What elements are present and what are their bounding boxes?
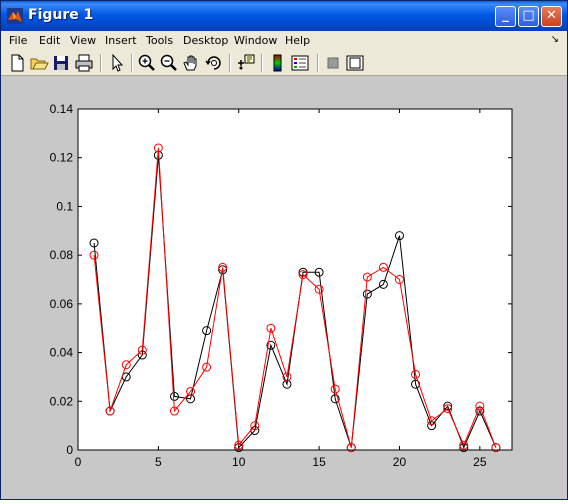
window-title: Figure 1: [28, 7, 94, 23]
y-tick-label: 0.06: [50, 297, 74, 311]
close-icon: ✕: [546, 8, 557, 23]
show-plot-tools-icon[interactable]: [345, 53, 365, 73]
minimize-icon: _: [502, 8, 509, 23]
x-tick-label: 10: [232, 455, 246, 469]
pointer-arrow-icon[interactable]: [107, 53, 127, 73]
y-tick-label: 0.1: [56, 199, 73, 213]
y-tick-label: 0.14: [50, 102, 74, 116]
toolbar-separator: [229, 54, 231, 72]
legend-icon[interactable]: [290, 53, 310, 73]
x-tick-label: 5: [155, 455, 162, 469]
menu-dock-arrow-icon[interactable]: ↘: [551, 34, 559, 45]
x-tick-label: 25: [473, 455, 487, 469]
title-bar[interactable]: Figure 1 _ □ ✕: [1, 1, 567, 31]
maximize-button[interactable]: □: [518, 6, 539, 27]
menu-tools[interactable]: Tools: [146, 34, 173, 47]
minimize-button[interactable]: _: [495, 6, 516, 27]
menu-window[interactable]: Window: [234, 34, 277, 47]
toolbar-separator: [261, 54, 263, 72]
rotate-3d-icon[interactable]: [204, 53, 224, 73]
menu-file[interactable]: File: [9, 34, 27, 47]
y-tick-label: 0: [66, 443, 73, 457]
toolbar-separator: [100, 54, 102, 72]
axes-background: [78, 109, 512, 450]
y-tick-label: 0.08: [50, 248, 74, 262]
line-chart: 0 5 10 15 20 25 0 0.02 0.04 0.06 0.08 0.1 0.12 0.14: [50, 102, 513, 469]
menu-edit[interactable]: Edit: [39, 34, 60, 47]
matlab-logo-icon: [7, 8, 23, 24]
maximize-icon: □: [522, 8, 535, 23]
x-tick-label: 15: [312, 455, 326, 469]
data-cursor-icon[interactable]: [236, 53, 256, 73]
zoom-in-icon[interactable]: [137, 53, 157, 73]
menu-bar: File Edit View Insert Tools Desktop Wind…: [1, 31, 567, 50]
figure-window: Figure 1 _ □ ✕ File Edit View Insert Too…: [0, 0, 568, 500]
menu-help[interactable]: Help: [285, 34, 310, 47]
figure-canvas[interactable]: 0 5 10 15 20 25 0 0.02 0.04 0.06 0.08 0.1 0.12 0.14: [1, 76, 567, 499]
y-tick-label: 0.04: [50, 346, 74, 360]
toolbar-separator: [317, 54, 319, 72]
menu-view[interactable]: View: [70, 34, 96, 47]
pan-hand-icon[interactable]: [181, 53, 201, 73]
print-icon[interactable]: [74, 53, 94, 73]
menu-insert[interactable]: Insert: [105, 34, 137, 47]
close-button[interactable]: ✕: [541, 6, 562, 27]
x-tick-label: 0: [75, 455, 82, 469]
colorbar-icon[interactable]: [268, 53, 288, 73]
save-icon[interactable]: [51, 53, 71, 73]
zoom-out-icon[interactable]: [159, 53, 179, 73]
y-tick-label: 0.02: [50, 394, 74, 408]
open-folder-icon[interactable]: [29, 53, 49, 73]
x-tick-label: 20: [393, 455, 407, 469]
hide-plot-tools-icon[interactable]: [323, 53, 343, 73]
y-tick-label: 0.12: [50, 151, 74, 165]
toolbar-separator: [131, 54, 133, 72]
new-file-icon[interactable]: [7, 53, 27, 73]
figure-toolbar: [1, 50, 567, 76]
menu-desktop[interactable]: Desktop: [183, 34, 228, 47]
